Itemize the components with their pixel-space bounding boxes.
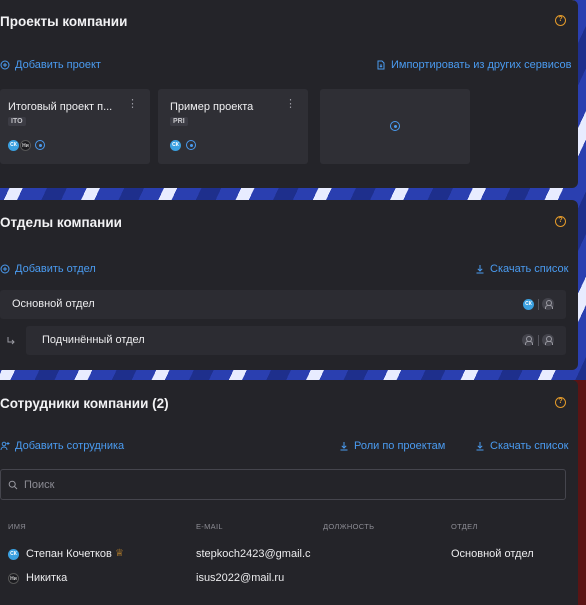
- import-button[interactable]: Импортировать из других сервисов: [376, 59, 571, 71]
- download-icon: [339, 441, 349, 451]
- help-icon[interactable]: ?: [555, 216, 566, 227]
- search-input[interactable]: Поиск: [0, 469, 566, 500]
- divider: [538, 299, 539, 310]
- subdirectory-arrow-icon: [6, 336, 16, 346]
- help-icon[interactable]: ?: [555, 15, 566, 26]
- project-card[interactable]: Итоговый проект п... ⋮ ITO СК Ни: [0, 89, 150, 164]
- column-header-name[interactable]: ИМЯ: [8, 522, 26, 531]
- download-list-button[interactable]: Скачать список: [475, 440, 568, 452]
- avatar: СК: [523, 299, 534, 310]
- project-roles-label: Роли по проектам: [354, 440, 446, 452]
- download-icon: [475, 264, 485, 274]
- department-row[interactable]: Основной отдел СК: [0, 290, 566, 319]
- download-icon: [475, 441, 485, 451]
- download-label: Скачать список: [490, 440, 569, 452]
- more-vertical-icon[interactable]: ⋮: [127, 99, 138, 110]
- add-project-label: Добавить проект: [15, 59, 101, 71]
- employee-department: Основной отдел: [451, 548, 534, 560]
- avatar: СК: [8, 140, 19, 151]
- add-member-icon[interactable]: [35, 140, 45, 150]
- avatar: Ни: [20, 140, 31, 151]
- download-label: Скачать список: [490, 263, 569, 275]
- add-employee-button[interactable]: Добавить сотрудника: [0, 440, 124, 452]
- employees-title: Сотрудники компании (2): [0, 396, 169, 411]
- person-icon[interactable]: [542, 298, 554, 310]
- column-header-email[interactable]: E-MAIL: [196, 522, 223, 531]
- project-card-title: Итоговый проект п...: [8, 101, 113, 113]
- new-project-card[interactable]: [320, 89, 470, 164]
- employee-name[interactable]: Никитка: [26, 572, 67, 584]
- avatar: СК: [170, 140, 181, 151]
- add-user-icon: [0, 441, 10, 451]
- divider: [538, 335, 539, 346]
- department-row[interactable]: Подчинённый отдел: [26, 326, 566, 355]
- add-department-label: Добавить отдел: [15, 263, 96, 275]
- download-list-button[interactable]: Скачать список: [475, 263, 568, 275]
- avatar: Ни: [8, 573, 19, 584]
- person-icon[interactable]: [522, 334, 534, 346]
- avatar: СК: [8, 549, 19, 560]
- department-name: Подчинённый отдел: [42, 334, 145, 346]
- employee-email: isus2022@mail.ru: [196, 572, 285, 584]
- employee-email: stepkoch2423@gmail.com: [196, 548, 311, 560]
- project-roles-button[interactable]: Роли по проектам: [339, 440, 445, 452]
- project-tag: ITO: [8, 117, 26, 126]
- plus-circle-icon: [0, 60, 10, 70]
- departments-panel: Отделы компании ? Добавить отдел Скачать…: [0, 200, 578, 370]
- project-card[interactable]: Пример проекта ⋮ PRI СК: [158, 89, 308, 164]
- plus-circle-icon: [0, 264, 10, 274]
- import-label: Импортировать из других сервисов: [391, 59, 572, 71]
- column-header-department[interactable]: ОТДЕЛ: [451, 522, 478, 531]
- search-placeholder: Поиск: [24, 479, 55, 491]
- departments-title: Отделы компании: [0, 215, 122, 230]
- person-icon[interactable]: [542, 334, 554, 346]
- add-member-icon[interactable]: [186, 140, 196, 150]
- search-icon: [8, 480, 18, 490]
- projects-title: Проекты компании: [0, 14, 128, 29]
- employee-name[interactable]: Степан Кочетков: [26, 548, 112, 560]
- project-card-title: Пример проекта: [170, 101, 254, 113]
- help-icon[interactable]: ?: [555, 397, 566, 408]
- add-project-icon: [390, 121, 400, 131]
- add-project-button[interactable]: Добавить проект: [0, 59, 101, 71]
- import-file-icon: [376, 60, 386, 70]
- project-tag: PRI: [170, 117, 188, 126]
- projects-panel: Проекты компании ? Добавить проект Импор…: [0, 0, 578, 188]
- add-department-button[interactable]: Добавить отдел: [0, 263, 96, 275]
- column-header-position[interactable]: ДОЛЖНОСТЬ: [323, 522, 374, 531]
- add-employee-label: Добавить сотрудника: [15, 440, 125, 452]
- department-name: Основной отдел: [12, 298, 95, 310]
- more-vertical-icon[interactable]: ⋮: [285, 99, 296, 110]
- crown-icon: ♕: [115, 548, 124, 559]
